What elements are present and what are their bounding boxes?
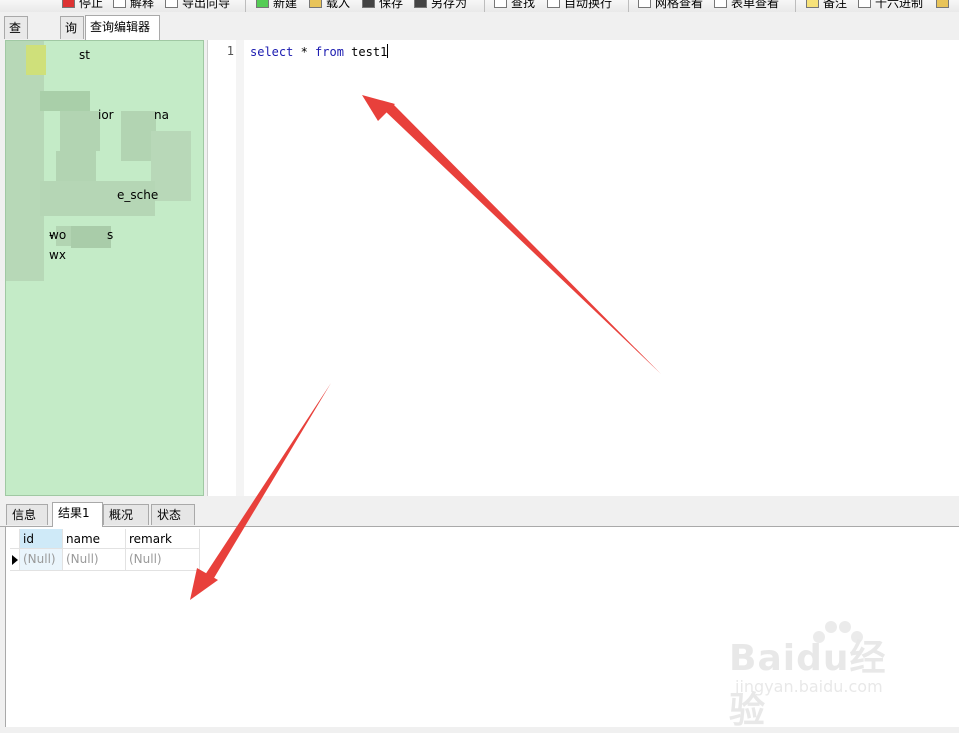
tree-item[interactable]: wo xyxy=(49,228,66,242)
tree-item[interactable]: wx xyxy=(49,248,66,262)
form-icon xyxy=(714,0,727,8)
load-button[interactable]: 载入 xyxy=(309,0,350,11)
tab-objects[interactable]: 查 xyxy=(4,16,28,39)
table-cell[interactable]: (Null) xyxy=(63,549,126,571)
tab-messages[interactable]: 信息 xyxy=(6,504,48,525)
code-table-name: test1 xyxy=(343,45,388,59)
row-indicator xyxy=(10,549,20,571)
new-icon xyxy=(256,0,269,8)
image-button[interactable] xyxy=(936,0,953,11)
memo-button[interactable]: 备注 xyxy=(806,0,847,11)
export-wizard-button[interactable]: 导出向导 xyxy=(165,0,230,11)
line-number-gutter: 1 xyxy=(208,40,237,496)
form-view-button[interactable]: 表单查看 xyxy=(714,0,779,11)
explain-icon xyxy=(113,0,126,8)
grid-header-row: id name remark xyxy=(10,529,200,549)
table-row[interactable]: (Null) (Null) (Null) xyxy=(10,549,200,571)
toolbar-separator xyxy=(795,0,796,12)
memo-icon xyxy=(806,0,819,8)
blurred-region xyxy=(26,45,46,75)
grid-corner xyxy=(10,529,20,549)
folder-icon xyxy=(309,0,322,8)
hex-button[interactable]: 十六进制 xyxy=(858,0,923,11)
blurred-region xyxy=(40,91,90,111)
save-as-icon xyxy=(414,0,427,8)
find-button[interactable]: 查找 xyxy=(494,0,535,11)
table-cell[interactable]: (Null) xyxy=(20,549,63,571)
keyword-from: from xyxy=(315,45,344,59)
fold-margin xyxy=(236,40,244,496)
new-button[interactable]: 新建 xyxy=(256,0,297,11)
blurred-region xyxy=(60,111,100,151)
hex-icon xyxy=(858,0,871,8)
toolbar-separator xyxy=(245,0,246,12)
stop-icon xyxy=(62,0,75,8)
tab-result1[interactable]: 结果1 xyxy=(52,502,103,527)
text-cursor xyxy=(387,44,389,58)
code-star: * xyxy=(293,45,316,59)
sql-editor[interactable]: 1 select * from test1 xyxy=(207,40,959,496)
save-icon xyxy=(362,0,375,8)
watermark-url: jingyan.baidu.com xyxy=(735,677,883,696)
tree-item[interactable]: ior xyxy=(98,108,114,122)
code-line[interactable]: select * from test1 xyxy=(250,44,389,59)
line-number: 1 xyxy=(226,44,234,58)
search-icon xyxy=(494,0,507,8)
explain-button[interactable]: 解释 xyxy=(113,0,154,11)
image-icon xyxy=(936,0,949,8)
tree-item[interactable]: st xyxy=(79,48,90,62)
database-tree: st ior na e_sche - wo s wx xyxy=(5,40,204,496)
column-header-remark[interactable]: remark xyxy=(126,529,200,549)
blurred-region xyxy=(6,41,44,281)
save-button[interactable]: 保存 xyxy=(362,0,403,11)
grid-icon xyxy=(638,0,651,8)
export-icon xyxy=(165,0,178,8)
column-header-id[interactable]: id xyxy=(20,529,63,549)
tree-item[interactable]: na xyxy=(154,108,169,122)
word-wrap-button[interactable]: 自动换行 xyxy=(547,0,612,11)
tree-item[interactable]: e_sche xyxy=(117,188,158,202)
stop-button[interactable]: 停止 xyxy=(62,0,103,11)
row-pointer-icon xyxy=(12,555,18,565)
watermark: Baidu经验 jingyan.baidu.com xyxy=(729,617,909,731)
table-cell[interactable]: (Null) xyxy=(126,549,200,571)
tab-info[interactable]: 询 xyxy=(60,16,84,39)
result-tab-strip: 信息 结果1 概况 状态 xyxy=(0,502,959,527)
grid-view-button[interactable]: 网格查看 xyxy=(638,0,703,11)
column-header-name[interactable]: name xyxy=(63,529,126,549)
wrap-icon xyxy=(547,0,560,8)
result-grid[interactable]: id name remark (Null) (Null) (Null) xyxy=(10,529,200,571)
toolbar-separator xyxy=(628,0,629,12)
tab-query-editor[interactable]: 查询编辑器 xyxy=(85,15,160,40)
tree-item[interactable]: s xyxy=(107,228,113,242)
tab-status[interactable]: 状态 xyxy=(151,504,195,525)
toolbar-separator xyxy=(484,0,485,12)
keyword-select: select xyxy=(250,45,294,59)
top-tab-strip: 查 询 查询编辑器 xyxy=(0,12,959,40)
save-as-button[interactable]: 另存为 xyxy=(414,0,467,11)
tab-profile[interactable]: 概况 xyxy=(103,504,149,525)
